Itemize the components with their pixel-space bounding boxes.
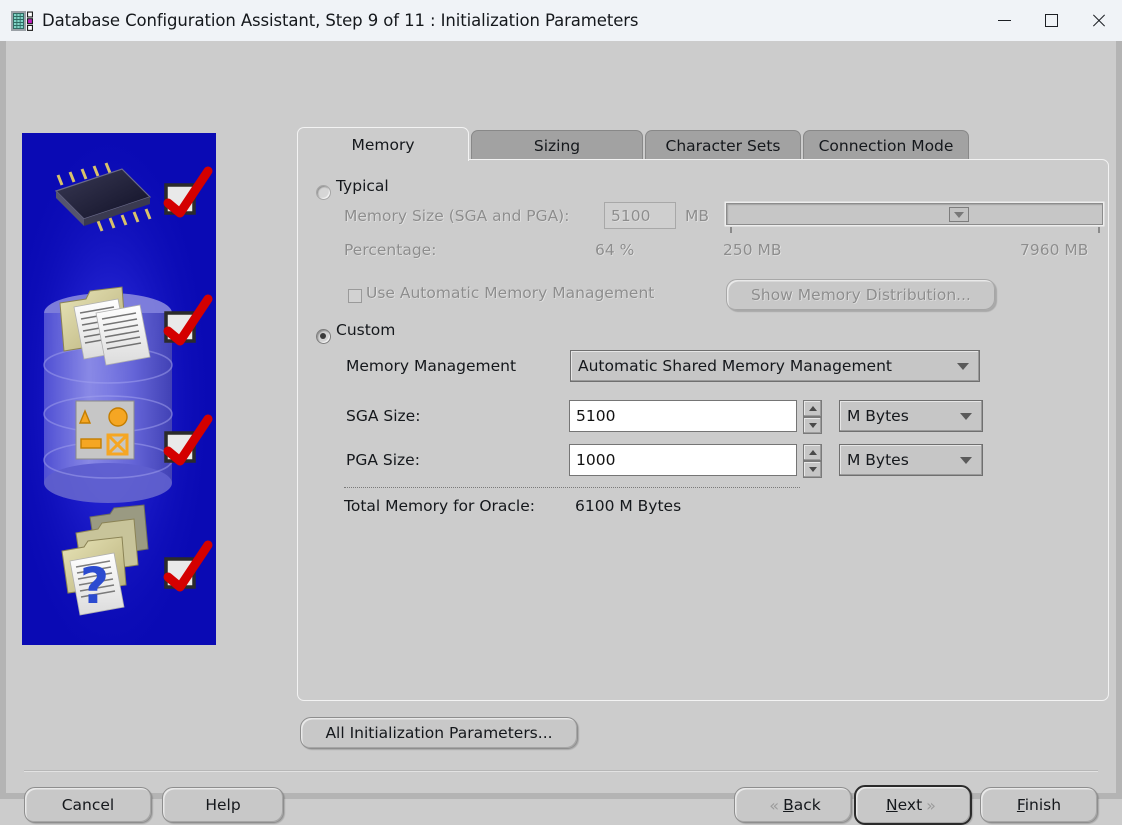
back-button[interactable]: « Back xyxy=(734,787,852,823)
svg-text:?: ? xyxy=(80,557,109,615)
automatic-memory-management-checkbox[interactable] xyxy=(348,289,362,303)
custom-radio[interactable] xyxy=(316,329,331,344)
dialog-content: ? Memory Sizing Character Sets Connectio… xyxy=(6,41,1116,825)
total-memory-separator xyxy=(344,487,800,488)
pga-size-stepper-down[interactable] xyxy=(803,461,822,478)
tab-character-sets[interactable]: Character Sets xyxy=(645,130,801,161)
wizard-banner-image: ? xyxy=(22,133,216,645)
tab-sizing-label: Sizing xyxy=(533,137,581,155)
minimize-button[interactable] xyxy=(981,0,1028,41)
tab-memory-label: Memory xyxy=(351,135,415,154)
tab-sizing[interactable]: Sizing xyxy=(471,130,643,161)
chevron-right-icon: » xyxy=(926,795,936,815)
percentage-value: 64 % xyxy=(595,241,635,259)
memory-size-input[interactable]: 5100 xyxy=(604,202,676,229)
window-title: Database Configuration Assistant, Step 9… xyxy=(42,11,639,30)
maximize-button[interactable] xyxy=(1028,0,1075,41)
all-initialization-parameters-button[interactable]: All Initialization Parameters... xyxy=(300,717,578,749)
window-controls xyxy=(981,0,1122,41)
memory-management-select[interactable]: Automatic Shared Memory Management xyxy=(570,350,980,382)
database-icon xyxy=(11,10,33,32)
slider-tick-min xyxy=(730,227,732,233)
tab-strip: Memory Sizing Character Sets Connection … xyxy=(297,127,1109,161)
memory-size-label: Memory Size (SGA and PGA): xyxy=(344,207,570,225)
slider-min-label: 250 MB xyxy=(723,241,782,259)
slider-max-label: 7960 MB xyxy=(1020,241,1089,259)
pga-size-stepper[interactable] xyxy=(803,444,822,478)
memory-size-slider-thumb[interactable] xyxy=(949,207,969,222)
pga-size-stepper-up[interactable] xyxy=(803,444,822,461)
tab-memory[interactable]: Memory xyxy=(297,127,469,161)
cancel-button[interactable]: Cancel xyxy=(24,787,152,823)
tab-connection-mode[interactable]: Connection Mode xyxy=(803,130,969,161)
minimize-icon xyxy=(998,20,1011,21)
finish-button[interactable]: Finish xyxy=(980,787,1098,823)
custom-radio-label: Custom xyxy=(336,321,396,339)
next-button[interactable]: Next » xyxy=(854,785,972,825)
automatic-memory-management-label: Use Automatic Memory Management xyxy=(366,284,655,302)
memory-tab-panel: Typical Memory Size (SGA and PGA): 5100 … xyxy=(297,159,1109,701)
total-memory-label: Total Memory for Oracle: xyxy=(344,497,535,515)
chevron-down-icon xyxy=(960,413,972,420)
help-button[interactable]: Help xyxy=(162,787,284,823)
dialog-window: ? Memory Sizing Character Sets Connectio… xyxy=(0,41,1122,825)
typical-radio[interactable] xyxy=(316,185,331,200)
tab-character-sets-label: Character Sets xyxy=(665,137,781,155)
memory-management-label: Memory Management xyxy=(346,357,517,375)
sga-size-stepper-up[interactable] xyxy=(803,400,822,417)
banner-artwork: ? xyxy=(22,133,216,645)
pga-size-unit-select[interactable]: M Bytes xyxy=(839,444,983,476)
pga-size-unit-value: M Bytes xyxy=(847,451,909,469)
sga-size-stepper[interactable] xyxy=(803,400,822,434)
window-titlebar: Database Configuration Assistant, Step 9… xyxy=(0,0,1122,41)
close-button[interactable] xyxy=(1075,0,1122,41)
percentage-label: Percentage: xyxy=(344,241,437,259)
pga-size-input[interactable]: 1000 xyxy=(569,444,797,476)
sga-size-unit-select[interactable]: M Bytes xyxy=(839,400,983,432)
typical-radio-label: Typical xyxy=(336,177,389,195)
pga-size-label: PGA Size: xyxy=(346,451,420,469)
sga-size-unit-value: M Bytes xyxy=(847,407,909,425)
chevron-down-icon xyxy=(957,363,969,370)
chevron-down-icon xyxy=(960,457,972,464)
memory-management-value: Automatic Shared Memory Management xyxy=(578,357,892,375)
maximize-icon xyxy=(1045,14,1058,27)
sga-size-input[interactable]: 5100 xyxy=(569,400,797,432)
slider-tick-max xyxy=(1098,227,1100,233)
memory-size-unit-label: MB xyxy=(685,207,710,225)
memory-size-slider[interactable] xyxy=(726,203,1103,225)
total-memory-value: 6100 M Bytes xyxy=(575,497,682,515)
close-icon xyxy=(1091,13,1106,28)
tab-connection-mode-label: Connection Mode xyxy=(818,137,954,155)
sga-size-stepper-down[interactable] xyxy=(803,417,822,434)
footer-separator xyxy=(24,770,1098,772)
chevron-left-icon: « xyxy=(769,795,780,815)
show-memory-distribution-button[interactable]: Show Memory Distribution... xyxy=(726,279,996,311)
sga-size-label: SGA Size: xyxy=(346,407,421,425)
